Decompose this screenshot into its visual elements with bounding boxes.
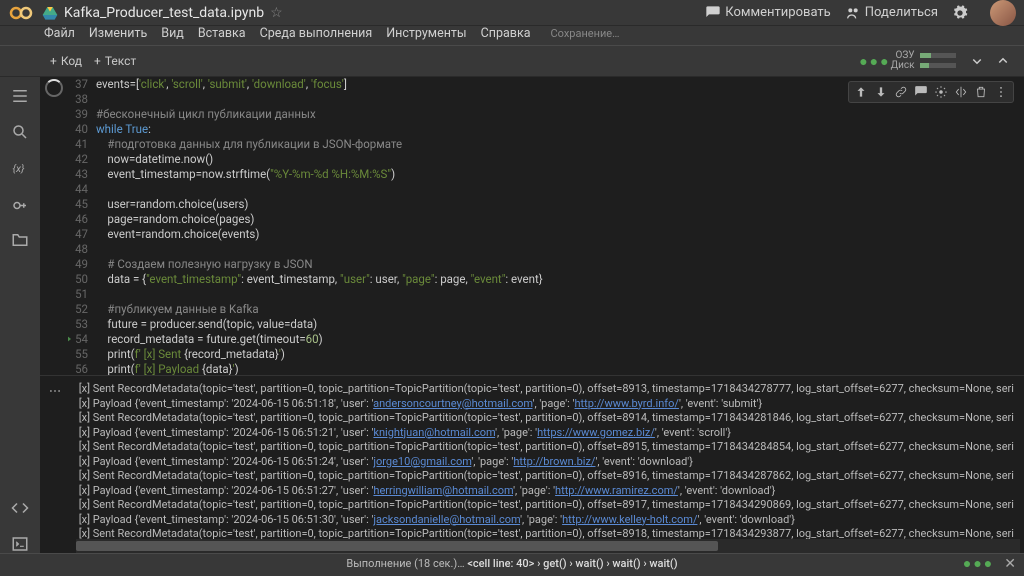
- user-avatar[interactable]: [990, 0, 1016, 26]
- menu-file[interactable]: Файл: [44, 26, 75, 41]
- mirror-icon[interactable]: [954, 85, 968, 99]
- search-icon[interactable]: [11, 123, 29, 141]
- comment-icon[interactable]: [914, 85, 928, 99]
- star-icon[interactable]: ☆: [270, 5, 283, 21]
- menubar: Файл Изменить Вид Вставка Среда выполнен…: [0, 26, 1024, 45]
- move-up-icon[interactable]: [854, 85, 868, 99]
- left-sidebar: {x}: [0, 77, 40, 553]
- menu-help[interactable]: Справка: [481, 26, 531, 41]
- busy-icon: ●●●: [859, 53, 890, 70]
- code-editor[interactable]: 37events=['click', 'scroll', 'submit', '…: [68, 77, 1024, 375]
- move-down-icon[interactable]: [874, 85, 888, 99]
- output-hscrollbar[interactable]: [76, 539, 1020, 553]
- close-status-icon[interactable]: ✕: [1004, 556, 1016, 572]
- cell-settings-icon[interactable]: [934, 85, 948, 99]
- delete-icon[interactable]: [974, 85, 988, 99]
- menu-runtime[interactable]: Среда выполнения: [260, 26, 373, 41]
- share-button[interactable]: Поделиться: [845, 5, 938, 21]
- secrets-icon[interactable]: [11, 195, 29, 213]
- variables-icon[interactable]: {x}: [11, 159, 29, 177]
- more-icon[interactable]: [994, 85, 1008, 99]
- terminal-icon[interactable]: [11, 535, 29, 553]
- toc-icon[interactable]: [11, 87, 29, 105]
- resource-meter[interactable]: ОЗУ Диск: [891, 51, 956, 71]
- runtime-dropdown-icon[interactable]: [968, 52, 986, 70]
- menu-view[interactable]: Вид: [161, 26, 184, 41]
- code-icon[interactable]: [11, 499, 29, 517]
- comment-button[interactable]: Комментировать: [705, 5, 830, 21]
- drive-icon: [42, 5, 58, 21]
- settings-icon[interactable]: [952, 5, 968, 21]
- add-text-button[interactable]: + Текст: [88, 51, 142, 71]
- cell-action-bar: [848, 81, 1014, 103]
- colab-logo[interactable]: [8, 0, 34, 26]
- statusbar: Выполнение (18 сек.)… <cell line: 40> › …: [0, 553, 1024, 573]
- svg-text:{x}: {x}: [13, 162, 26, 175]
- menu-edit[interactable]: Изменить: [89, 26, 147, 41]
- run-cell-spinner[interactable]: [45, 79, 63, 97]
- save-state: Сохранение…: [551, 27, 620, 40]
- add-code-button[interactable]: + Код: [44, 51, 88, 71]
- menu-tools[interactable]: Инструменты: [386, 26, 466, 41]
- menu-insert[interactable]: Вставка: [198, 26, 246, 41]
- output-menu-icon[interactable]: [48, 384, 62, 403]
- status-busy-icon: ●●●: [963, 555, 994, 572]
- collapse-up-icon[interactable]: [994, 52, 1012, 70]
- link-icon[interactable]: [894, 85, 908, 99]
- notebook-title[interactable]: Kafka_Producer_test_data.ipynb: [64, 5, 264, 21]
- exec-status: Выполнение (18 сек.)… <cell line: 40> › …: [346, 557, 677, 570]
- cell-output[interactable]: [x] Sent RecordMetadata(topic='test', pa…: [40, 375, 1024, 553]
- files-icon[interactable]: [11, 231, 29, 249]
